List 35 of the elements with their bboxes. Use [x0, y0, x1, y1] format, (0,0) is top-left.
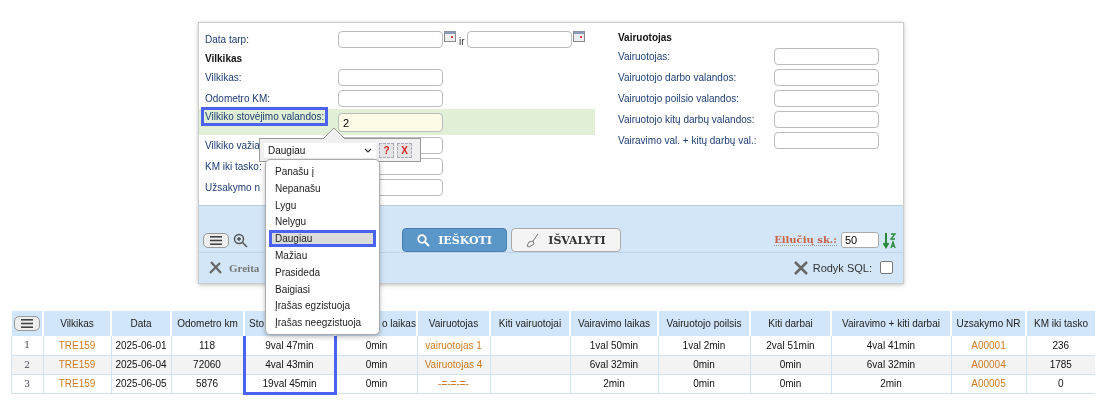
field-label: Vairuotojo darbo valandos: — [618, 72, 738, 83]
table-cell: 118 — [171, 336, 244, 355]
field-label: Vilkiko važia — [205, 140, 260, 151]
field-label: Vilkikas: — [205, 72, 242, 83]
show-sql-label: Rodyk SQL: — [812, 261, 872, 274]
table-cell: 0 — [1026, 374, 1095, 393]
field-label: KM iki tasko: — [205, 161, 262, 172]
field-label: Vairuotojo poilsio valandos: — [618, 93, 740, 104]
field-label: Vairuotojas: — [618, 51, 672, 62]
table-cell: 0min — [750, 374, 831, 393]
table-cell: 2025-06-05 — [111, 374, 171, 393]
table-cell: 2min — [831, 374, 951, 393]
row-number: 1 — [11, 336, 43, 355]
section-title: Vilkikas — [204, 52, 244, 66]
row-number: 3 — [11, 374, 43, 393]
table-cell: 1val 50min — [570, 336, 658, 355]
table-cell: 2025-06-01 — [111, 336, 171, 355]
table-cell: 2val 51min — [750, 336, 831, 355]
table-cell: 19val 45min — [244, 374, 335, 393]
table-cell: 5876 — [171, 374, 244, 393]
field-label: Vairavimo val. + kitų darbų val.: — [618, 135, 758, 146]
section-title: Vairuotojas — [618, 31, 673, 45]
field-label: Data tarp: — [205, 34, 250, 45]
field-label: Vairuotojo kitų darbų valandos: — [618, 114, 756, 125]
table-cell: 4val 41min — [831, 336, 951, 355]
rows-label: Eilučių sk.: — [774, 234, 837, 246]
table-cell: 0min — [335, 336, 417, 355]
table-cell: 1val 2min — [658, 336, 750, 355]
table-cell: 0min — [658, 374, 750, 393]
table-cell: 2min — [570, 374, 658, 393]
table-cell: 236 — [1026, 336, 1095, 355]
field-label: Užsakymo n — [205, 182, 260, 193]
table-cell: 0min — [335, 374, 417, 393]
separator-text: ir — [459, 36, 465, 47]
field-label: Odometro KM: — [205, 93, 271, 104]
